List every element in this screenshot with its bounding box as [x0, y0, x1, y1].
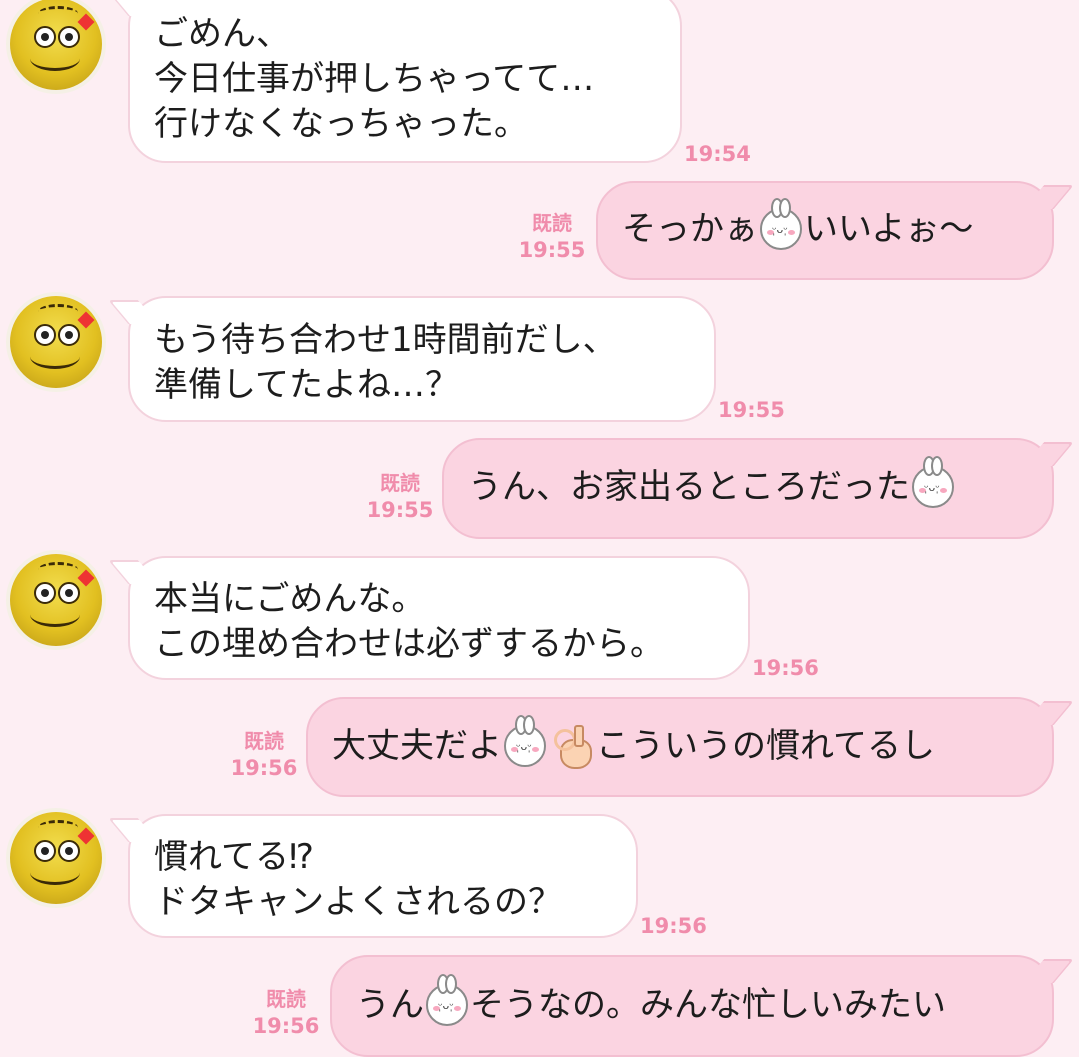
avatar-eye [58, 26, 80, 48]
contact-avatar[interactable] [10, 296, 102, 388]
contact-avatar[interactable] [10, 812, 102, 904]
message-timestamp: 19:54 [684, 142, 751, 166]
message-meta: 既読 19:55 [516, 210, 588, 264]
avatar-eye [34, 840, 56, 862]
chat-view: ごめん、 今日仕事が押しちゃってて… 行けなくなっちゃった。 19:54 既読 … [0, 0, 1079, 1057]
outgoing-message-bubble[interactable]: うん ᵕ̩ᴗᵕ̩ そうなの。みんな忙しいみたい [330, 955, 1054, 1057]
message-timestamp: 19:55 [518, 238, 586, 262]
avatar-eye [58, 324, 80, 346]
read-receipt: 既読 [532, 211, 572, 235]
ok-hand-icon [552, 724, 592, 769]
avatar-bow [77, 569, 95, 587]
avatar-mouth [30, 46, 80, 71]
message-text: そっかぁ [622, 209, 758, 249]
avatar-hair [38, 6, 78, 21]
read-receipt: 既読 [380, 471, 420, 495]
message-line: 慣れてる⁉︎ [154, 837, 314, 877]
avatar-eye [34, 582, 56, 604]
message-meta: 既読 19:56 [250, 986, 322, 1040]
avatar-hair [38, 562, 78, 577]
avatar-bow [77, 13, 95, 31]
bunny-face-icon: ᵕ̩ᴗᵕ̩ [426, 973, 468, 1026]
outgoing-message-bubble[interactable]: そっかぁ ᵕ̩ᴗᵕ̩ いいよぉ〜 [596, 181, 1054, 280]
message-timestamp: 19:55 [366, 498, 434, 522]
message-line: 行けなくなっちゃった。 [154, 104, 528, 144]
contact-avatar[interactable] [10, 554, 102, 646]
avatar-mouth [30, 860, 80, 885]
message-meta: 既読 19:55 [364, 470, 436, 524]
message-timestamp: 19:56 [752, 656, 819, 680]
message-line: ごめん、 [154, 14, 290, 54]
message-timestamp: 19:56 [230, 756, 298, 780]
incoming-message-bubble[interactable]: 慣れてる⁉︎ ドタキャンよくされるの？ [128, 814, 638, 938]
avatar-mouth [30, 344, 80, 369]
read-receipt: 既読 [244, 729, 284, 753]
message-line: ドタキャンよくされるの？ [154, 882, 562, 922]
avatar-eye [34, 26, 56, 48]
message-text: こういうの慣れてるし [596, 726, 935, 766]
bunny-face-icon: ᵕ̩ᴗᵕ̩ [912, 455, 954, 508]
outgoing-message-bubble[interactable]: うん、お家出るところだった ᵕ̩ᴗᵕ̩ [442, 438, 1054, 539]
message-line: 本当にごめんな。 [154, 579, 426, 619]
message-text: いいよぉ〜 [804, 209, 974, 249]
avatar-bow [77, 311, 95, 329]
avatar-bow [77, 827, 95, 845]
contact-avatar[interactable] [10, 0, 102, 90]
message-text: そうなの。みんな忙しいみたい [470, 985, 946, 1025]
read-receipt: 既読 [266, 987, 306, 1011]
message-text: 大丈夫だよ [332, 726, 502, 766]
avatar-mouth [30, 602, 80, 627]
message-timestamp: 19:55 [718, 398, 785, 422]
avatar-hair [38, 820, 78, 835]
message-timestamp: 19:56 [640, 914, 707, 938]
message-line: 今日仕事が押しちゃってて… [154, 59, 595, 99]
avatar-eye [58, 840, 80, 862]
message-line: 準備してたよね…？ [154, 365, 459, 405]
avatar-eye [34, 324, 56, 346]
incoming-message-bubble[interactable]: ごめん、 今日仕事が押しちゃってて… 行けなくなっちゃった。 [128, 0, 682, 163]
message-text: うん、お家出るところだった [468, 467, 910, 507]
message-meta: 既読 19:56 [228, 728, 300, 782]
message-timestamp: 19:56 [252, 1014, 320, 1038]
message-text: うん [356, 985, 424, 1025]
avatar-eye [58, 582, 80, 604]
incoming-message-bubble[interactable]: もう待ち合わせ1時間前だし、 準備してたよね…？ [128, 296, 716, 422]
bunny-face-icon: ᵕ̩ᴗᵕ̩ [504, 714, 546, 767]
incoming-message-bubble[interactable]: 本当にごめんな。 この埋め合わせは必ずするから。 [128, 556, 750, 680]
message-line: もう待ち合わせ1時間前だし、 [154, 320, 617, 360]
avatar-hair [38, 304, 78, 319]
outgoing-message-bubble[interactable]: 大丈夫だよ ᵕ̩ᴗᵕ̩ こういうの慣れてるし [306, 697, 1054, 797]
bunny-face-icon: ᵕ̩ᴗᵕ̩ [760, 197, 802, 250]
message-line: この埋め合わせは必ずするから。 [154, 624, 664, 664]
